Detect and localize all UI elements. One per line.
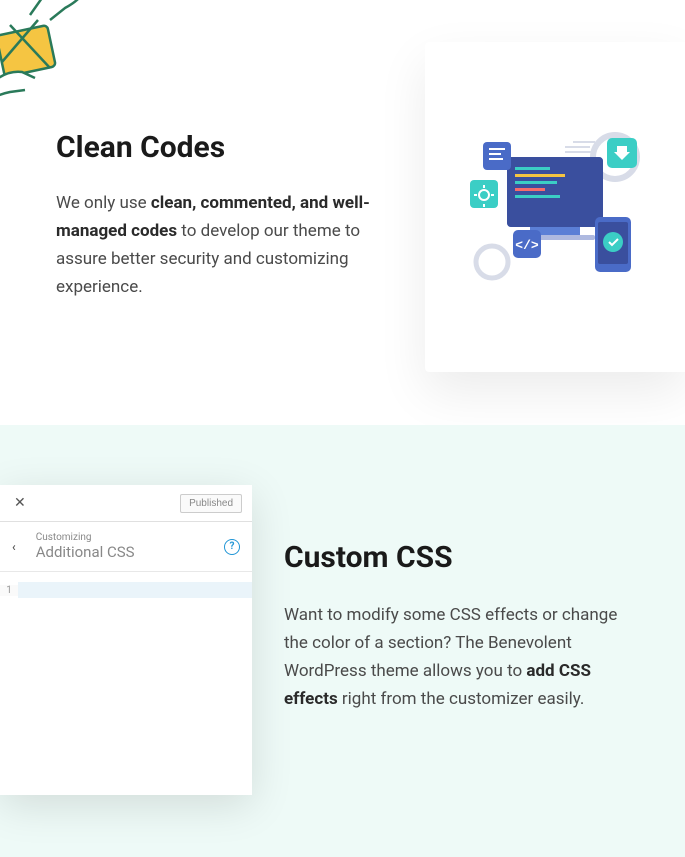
clean-codes-heading: Clean Codes bbox=[56, 130, 400, 165]
code-dev-illustration: </> bbox=[455, 122, 655, 292]
close-icon[interactable]: ✕ bbox=[10, 493, 30, 513]
editor-line-content[interactable] bbox=[18, 582, 252, 598]
css-editor[interactable]: 1 bbox=[0, 572, 252, 598]
editor-line: 1 bbox=[0, 582, 252, 598]
code-illustration-card: </> bbox=[425, 42, 685, 372]
custom-css-text: Custom CSS Want to modify some CSS effec… bbox=[284, 540, 624, 713]
customizer-panel-screenshot: ✕ Published ‹ Customizing Additional CSS… bbox=[0, 485, 252, 795]
custom-css-section: ✕ Published ‹ Customizing Additional CSS… bbox=[0, 425, 685, 857]
panel-title-group: Customizing Additional CSS bbox=[36, 532, 224, 561]
line-number: 1 bbox=[0, 585, 18, 596]
customizer-header: ✕ Published bbox=[0, 485, 252, 522]
clean-codes-paragraph: We only use clean, commented, and well-m… bbox=[56, 189, 400, 301]
custom-css-heading: Custom CSS bbox=[284, 540, 624, 575]
customizer-title-row: ‹ Customizing Additional CSS ? bbox=[0, 522, 252, 572]
published-button[interactable]: Published bbox=[180, 494, 242, 513]
para-text: right from the customizer easily. bbox=[338, 689, 585, 709]
customizing-label: Customizing bbox=[36, 532, 224, 543]
para-text: We only use bbox=[56, 193, 151, 213]
clean-codes-section: Clean Codes We only use clean, commented… bbox=[0, 0, 685, 425]
panel-title: Additional CSS bbox=[36, 543, 224, 561]
help-icon[interactable]: ? bbox=[224, 539, 240, 555]
clean-codes-text: Clean Codes We only use clean, commented… bbox=[0, 0, 400, 301]
svg-text:</>: </> bbox=[515, 238, 539, 253]
custom-css-paragraph: Want to modify some CSS effects or chang… bbox=[284, 601, 624, 713]
back-arrow-icon[interactable]: ‹ bbox=[12, 540, 16, 554]
